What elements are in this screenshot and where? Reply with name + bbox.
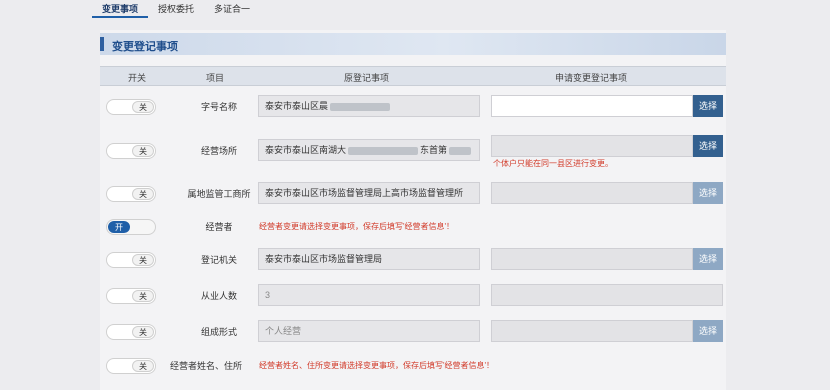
switch-knob: 关 [132,360,154,372]
switch-toggle[interactable]: 关 [106,324,156,340]
original-text: 泰安市泰山区晨 [265,101,329,111]
select-button[interactable]: 选择 [693,135,723,157]
header-switch: 开关 [128,73,147,83]
table-row-supervising-office: 关 属地监管工商所 泰安市泰山区市场监督管理局上高市场监督管理所 选择 [100,178,726,208]
switch-toggle[interactable]: 关 [106,186,156,202]
redaction-blur [449,146,472,155]
select-button[interactable]: 选择 [693,95,723,117]
switch-knob: 关 [132,188,154,200]
table-row-operator: 开 经营者 经营者变更请选择变更事项，保存后填写'经营者信息'！ [100,211,726,241]
new-value-input[interactable] [491,284,723,306]
switch-toggle[interactable]: 关 [106,99,156,115]
new-value-input[interactable] [491,320,693,342]
section-header: 变更登记事项 [100,33,726,55]
select-button[interactable]: 选择 [693,320,723,342]
tab-change-items[interactable]: 变更事项 [92,0,149,18]
original-value: 3 [258,284,480,306]
table-header: 开关 项目 原登记事项 申请变更登记事项 [100,66,726,86]
switch-knob: 关 [132,326,154,338]
section-title: 变更登记事项 [112,41,178,53]
redaction-blur [348,146,419,155]
table-row-trade-name: 关 字号名称 泰安市泰山区晨 选择 [100,91,726,121]
item-label: 经营者姓名、住所 [170,361,243,371]
new-value-input[interactable] [491,135,693,157]
section-accent-bar [100,37,104,51]
original-value: 泰安市泰山区南湖大 东首第 [258,139,480,161]
tab-multi-license[interactable]: 多证合一 [204,0,260,16]
original-value: 个人经营 [258,320,480,342]
select-button[interactable]: 选择 [693,182,723,204]
table-row-registration-authority: 关 登记机关 泰安市泰山区市场监督管理局 选择 [100,244,726,274]
switch-knob: 关 [132,101,154,113]
switch-toggle[interactable]: 关 [106,252,156,268]
original-value: 泰安市泰山区市场监督管理局 [258,248,480,270]
table-row-organization-form: 关 组成形式 个人经营 选择 [100,316,726,346]
select-button[interactable]: 选择 [693,248,723,270]
tab-authorization[interactable]: 授权委托 [148,0,204,16]
switch-toggle[interactable]: 关 [106,358,156,374]
name-address-note: 经营者姓名、住所变更请选择变更事项，保存后填写'经营者信息'！ [259,361,495,370]
header-original: 原登记事项 [344,73,390,83]
original-text-b: 东首第 [420,145,448,155]
new-value-input[interactable] [491,248,693,270]
new-value-input[interactable] [491,95,693,117]
header-item: 项目 [206,73,225,83]
operator-note: 经营者变更请选择变更事项，保存后填写'经营者信息'！ [259,222,455,231]
original-value: 泰安市泰山区市场监督管理局上高市场监督管理所 [258,182,480,204]
tab-bar: 变更事项 授权委托 多证合一 [92,0,260,18]
switch-toggle[interactable]: 开 [106,219,156,235]
original-text-a: 泰安市泰山区南湖大 [265,145,347,155]
switch-toggle[interactable]: 关 [106,288,156,304]
switch-knob: 关 [132,290,154,302]
switch-toggle[interactable]: 关 [106,143,156,159]
redaction-blur [330,102,391,111]
table-row-employee-count: 关 从业人数 3 [100,280,726,310]
original-value: 泰安市泰山区晨 [258,95,480,117]
restriction-note: 个体户只能在同一县区进行变更。 [493,159,613,168]
switch-knob: 开 [108,221,130,233]
switch-knob: 关 [132,145,154,157]
table-row-operator-name-address: 关 经营者姓名、住所 经营者姓名、住所变更请选择变更事项，保存后填写'经营者信息… [100,350,726,380]
switch-knob: 关 [132,254,154,266]
new-value-input[interactable] [491,182,693,204]
header-new: 申请变更登记事项 [555,73,628,83]
table-row-business-address: 关 经营场所 泰安市泰山区南湖大 东首第 选择 个体户只能在同一县区进行变更。 [100,131,726,168]
